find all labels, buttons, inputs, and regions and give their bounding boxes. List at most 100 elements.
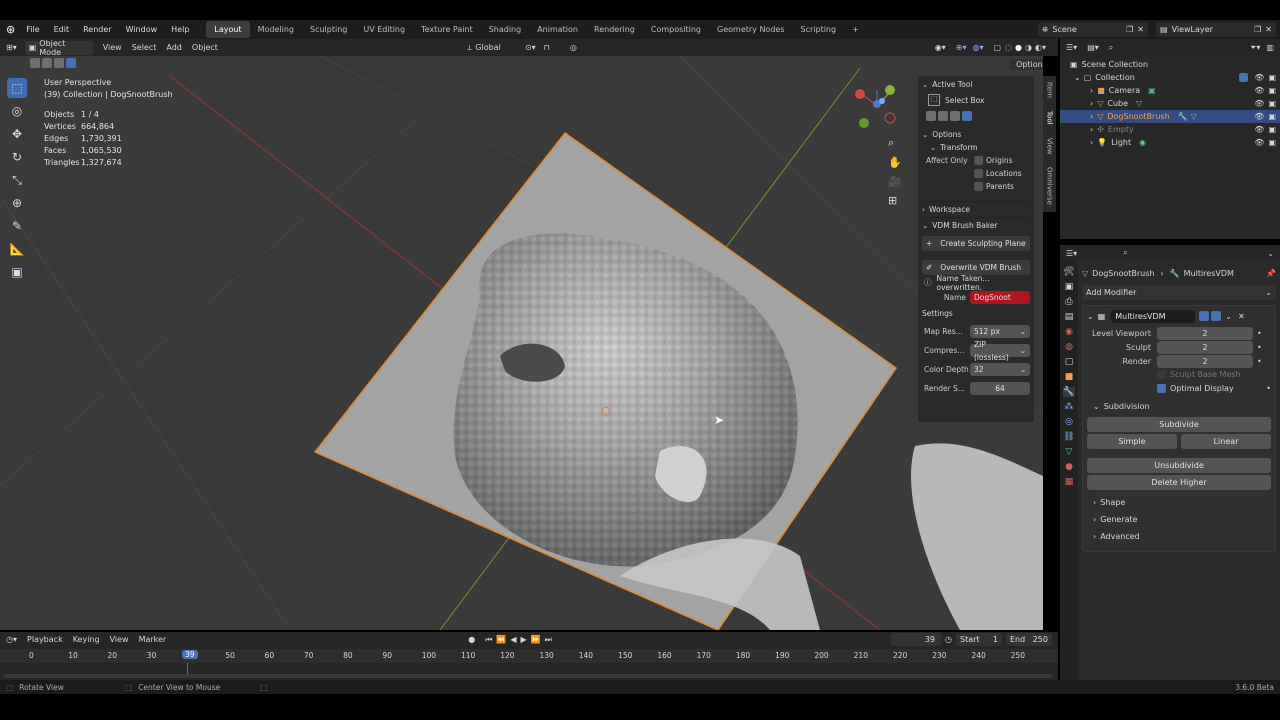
jump-end-icon[interactable]: ⏭ [545, 635, 552, 645]
keyframe-dot-icon[interactable]: • [1257, 343, 1262, 352]
render-samples-field[interactable]: 64 [970, 382, 1030, 395]
prev-keyframe-icon[interactable]: ⏪ [496, 635, 506, 644]
chevron-right-icon[interactable]: › [1093, 498, 1096, 507]
play-icon[interactable]: ▶ [521, 635, 527, 644]
camera-render-icon[interactable]: ▣ [1268, 86, 1276, 95]
camera-render-icon[interactable]: ▣ [1268, 138, 1276, 147]
transform-header[interactable]: Transform [940, 143, 977, 152]
tab-geometry-nodes[interactable]: Geometry Nodes [709, 21, 792, 38]
name-field[interactable]: DogSnoot [970, 291, 1030, 304]
view-layer-tab-icon[interactable]: ▤ [1065, 312, 1074, 322]
eye-icon[interactable]: 👁 [1254, 125, 1264, 134]
menu-file[interactable]: File [19, 20, 46, 39]
chevron-down-icon[interactable]: ⌄ [1225, 312, 1232, 321]
viewlayer-selector[interactable]: ▤ ViewLayer ❐ ✕ [1156, 22, 1276, 37]
material-tab-icon[interactable]: ● [1065, 462, 1073, 472]
vdm-baker-header[interactable]: VDM Brush Baker [932, 221, 997, 230]
menu-playback[interactable]: Playback [27, 635, 63, 644]
color-depth-dropdown[interactable]: 32 ⌄ [970, 363, 1030, 376]
keyframe-dot-icon[interactable]: • [1266, 384, 1271, 393]
tab-item[interactable]: Item [1045, 76, 1054, 105]
copy-icon[interactable]: ❐ [1254, 25, 1261, 34]
active-tool-header[interactable]: Active Tool [932, 80, 972, 89]
advanced-header[interactable]: Advanced [1100, 532, 1140, 541]
pan-hand-icon[interactable]: ✋ [888, 156, 902, 169]
close-icon[interactable]: ✕ [1137, 25, 1144, 34]
physics-tab-icon[interactable]: ◎ [1065, 417, 1073, 427]
next-keyframe-icon[interactable]: ⏩ [531, 635, 541, 644]
keyframe-dot-icon[interactable]: • [1257, 329, 1262, 338]
proportional-edit-icon[interactable]: ◎ [570, 43, 577, 52]
start-frame-field[interactable]: Start 1 [956, 633, 1002, 646]
subdivision-header[interactable]: Subdivision [1104, 402, 1150, 411]
chevron-right-icon[interactable]: › [1090, 86, 1093, 95]
data-tab-icon[interactable]: ▽ [1066, 447, 1073, 457]
menu-marker[interactable]: Marker [139, 635, 167, 644]
clock-icon[interactable]: ◷ [945, 635, 952, 644]
copy-icon[interactable]: ❐ [1126, 25, 1133, 34]
tool-tab-icon[interactable]: 🛠 [1063, 267, 1074, 277]
cursor-icon[interactable]: ◎ [7, 101, 27, 121]
menu-view[interactable]: View [110, 635, 129, 644]
annotate-icon[interactable]: ✎ [7, 216, 27, 236]
menu-object[interactable]: Object [192, 43, 218, 52]
create-plane-button[interactable]: + Create Sculpting Plane [922, 236, 1030, 251]
menu-view[interactable]: View [103, 43, 122, 52]
origins-checkbox[interactable] [974, 156, 983, 165]
chevron-down-icon[interactable]: ⌄ [1093, 402, 1100, 411]
tab-sculpting[interactable]: Sculpting [302, 21, 355, 38]
gizmo-icon[interactable]: ⊕▾ [956, 43, 967, 52]
tab-scripting[interactable]: Scripting [793, 21, 845, 38]
tab-layout[interactable]: Layout [206, 21, 250, 38]
mode-intersect-icon[interactable] [962, 111, 972, 121]
optimal-display-checkbox[interactable] [1157, 383, 1166, 393]
chevron-down-icon[interactable]: ⌄ [1074, 73, 1081, 82]
simple-button[interactable]: Simple [1087, 434, 1177, 449]
chevron-down-icon[interactable]: ⌄ [922, 80, 928, 89]
realtime-toggle-icon[interactable] [1211, 311, 1222, 321]
constraints-tab-icon[interactable]: ⛓ [1063, 432, 1074, 442]
camera-view-icon[interactable]: 🎥 [888, 175, 902, 188]
move-icon[interactable]: ✥ [7, 124, 27, 144]
camera-render-icon[interactable]: ▣ [1268, 73, 1276, 82]
outliner-row[interactable]: › 💡 Light ◉ 👁 ▣ [1060, 136, 1280, 149]
select-box-icon[interactable]: ⬚ [7, 78, 27, 98]
shading-wireframe-icon[interactable]: ◌ [1005, 43, 1012, 52]
scale-icon[interactable]: ⤡ [7, 170, 27, 190]
mode-subtract-icon[interactable] [950, 111, 960, 121]
chevron-down-icon[interactable]: ⌄ [1267, 249, 1274, 258]
editor-type-icon[interactable]: ⊞▾ [6, 43, 17, 52]
modifier-tab-icon[interactable]: 🔧 [1063, 387, 1075, 397]
keyframe-dot-icon[interactable]: • [1257, 357, 1262, 366]
pivot-icon[interactable]: ⊙▾ [525, 43, 536, 52]
output-tab-icon[interactable]: ⎙ [1065, 297, 1072, 307]
collection-tab-icon[interactable]: ▢ [1065, 357, 1074, 367]
chevron-right-icon[interactable]: › [1093, 532, 1096, 541]
viewport-3d[interactable]: ⬚ ◎ ✥ ↻ ⤡ ⊕ ✎ 📐 ▣ User Perspective (39) … [0, 56, 1043, 630]
jump-start-icon[interactable]: ⏮ [485, 635, 492, 645]
options-dropdown[interactable]: Options [1010, 59, 1043, 70]
select-extend-icon[interactable] [42, 58, 52, 68]
play-reverse-icon[interactable]: ◀ [510, 635, 516, 644]
visibility-icon[interactable]: ◉▾ [935, 43, 946, 52]
tab-compositing[interactable]: Compositing [643, 21, 709, 38]
options-header[interactable]: Options [932, 130, 961, 139]
shading-material-icon[interactable]: ◑ [1025, 43, 1032, 52]
generate-header[interactable]: Generate [1100, 515, 1137, 524]
tab-tool[interactable]: Tool [1045, 105, 1054, 132]
select-subtract-icon[interactable] [54, 58, 64, 68]
outliner-row[interactable]: › ■ Camera ▣ 👁 ▣ [1060, 84, 1280, 97]
locations-checkbox[interactable] [974, 169, 983, 178]
tab-rendering[interactable]: Rendering [586, 21, 643, 38]
chevron-right-icon[interactable]: › [1090, 125, 1093, 134]
workspace-header[interactable]: Workspace [929, 205, 970, 214]
add-workspace-button[interactable]: + [844, 21, 867, 38]
mode-extend-icon[interactable] [938, 111, 948, 121]
current-frame-marker[interactable]: 39 [182, 650, 198, 659]
add-modifier-dropdown[interactable]: Add Modifier ⌄ [1082, 285, 1276, 300]
zoom-icon[interactable]: ⌕ [888, 136, 902, 150]
display-mode-icon[interactable]: ▤▾ [1087, 43, 1099, 52]
chevron-right-icon[interactable]: › [922, 205, 925, 214]
scene-selector[interactable]: ⛯ Scene ❐ ✕ [1038, 22, 1148, 37]
tab-animation[interactable]: Animation [529, 21, 586, 38]
